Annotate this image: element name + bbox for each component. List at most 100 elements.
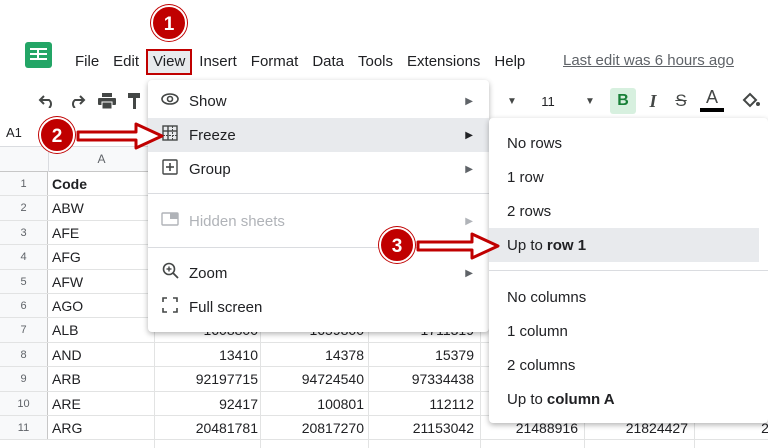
chevron-right-icon: ▶ <box>465 215 473 227</box>
menu-data[interactable]: Data <box>305 50 351 74</box>
callout-arrow-3 <box>416 232 500 260</box>
cell-code[interactable]: ARE <box>52 392 81 416</box>
freeze-2-rows[interactable]: 2 rows <box>489 194 759 228</box>
freeze-submenu: No rows 1 row 2 rows Up to row 1 No colum… <box>489 118 768 423</box>
cell-value[interactable]: 21153042 <box>413 416 474 440</box>
hidden-sheets-label: Hidden sheets <box>189 212 285 230</box>
menu-divider <box>489 270 768 271</box>
cell-value[interactable]: 15379 <box>435 343 474 367</box>
up-to-prefix: Up to <box>507 390 543 408</box>
cell-code[interactable]: ARG <box>52 416 82 440</box>
cell-code[interactable]: AFW <box>52 270 83 294</box>
step-badge-1: 1 <box>151 5 187 41</box>
row-number[interactable]: 8 <box>0 342 48 367</box>
row-number[interactable]: 10 <box>0 391 48 415</box>
chevron-right-icon: ▶ <box>465 95 473 107</box>
paint-format-icon[interactable] <box>126 86 144 116</box>
menu-divider <box>148 193 489 194</box>
group-label: Group <box>189 160 231 178</box>
view-menu-group[interactable]: Group ▶ <box>148 152 489 186</box>
up-to-prefix: Up to <box>507 236 543 254</box>
row-number[interactable]: 5 <box>0 269 48 293</box>
cell-value[interactable]: 100801 <box>317 392 364 416</box>
cell-value[interactable]: 20817270 <box>302 416 364 440</box>
row-number[interactable]: 6 <box>0 293 48 318</box>
cell-code[interactable]: ALB <box>52 318 78 342</box>
cell-code[interactable]: AGO <box>52 294 83 318</box>
menu-extensions[interactable]: Extensions <box>400 50 487 74</box>
show-label: Show <box>189 92 227 110</box>
up-to-row-target: row 1 <box>546 236 587 254</box>
last-edit-link[interactable]: Last edit was 6 hours ago <box>563 52 734 69</box>
menu-edit[interactable]: Edit <box>106 50 146 74</box>
callout-arrow-2 <box>76 122 164 150</box>
cell-value[interactable]: 92197715 <box>196 367 258 391</box>
view-menu-full-screen[interactable]: Full screen <box>148 290 489 324</box>
italic-button[interactable]: I <box>642 86 664 116</box>
row-number[interactable]: 4 <box>0 245 48 269</box>
cell-value[interactable]: 92417 <box>219 392 258 416</box>
cell-code[interactable]: ABW <box>52 196 84 220</box>
row-number[interactable]: 1 <box>0 172 48 196</box>
fullscreen-icon <box>160 296 180 318</box>
menu-format[interactable]: Format <box>244 50 306 74</box>
group-plus-icon <box>160 158 180 180</box>
sheets-logo-icon[interactable] <box>25 42 52 68</box>
cell-code[interactable]: AFG <box>52 245 81 269</box>
font-size-input[interactable]: 11 <box>534 86 562 116</box>
menu-view[interactable]: View <box>146 49 193 75</box>
cell-code[interactable]: ARB <box>52 367 81 391</box>
font-chevron-down-icon[interactable]: ▼ <box>504 86 520 116</box>
redo-icon[interactable] <box>66 86 88 116</box>
row-number[interactable]: 3 <box>0 220 48 245</box>
cell-code[interactable]: AFE <box>52 221 79 245</box>
menu-insert[interactable]: Insert <box>192 50 244 74</box>
font-size-chevron-down-icon[interactable]: ▼ <box>582 86 598 116</box>
step-badge-2: 2 <box>39 117 75 153</box>
freeze-no-rows[interactable]: No rows <box>489 126 759 160</box>
menu-tools[interactable]: Tools <box>351 50 400 74</box>
full-screen-label: Full screen <box>189 298 263 316</box>
view-menu-show[interactable]: Show ▶ <box>148 84 489 118</box>
row-number[interactable]: 2 <box>0 196 48 220</box>
zoom-label: Zoom <box>189 264 228 282</box>
text-color-button[interactable]: A <box>700 86 724 112</box>
view-menu-zoom[interactable]: Zoom ▶ <box>148 256 489 290</box>
cell-value[interactable]: 14378 <box>325 343 364 367</box>
view-menu-freeze[interactable]: Freeze ▶ <box>148 118 489 152</box>
menu-file[interactable]: File <box>68 50 106 74</box>
chevron-right-icon: ▶ <box>465 129 473 141</box>
eye-icon <box>160 92 180 110</box>
menu-bar: File Edit View Insert Format Data Tools … <box>68 49 532 75</box>
cell-value[interactable]: 94724540 <box>302 367 364 391</box>
hidden-sheet-icon <box>160 211 180 231</box>
cell-value[interactable]: 97334438 <box>412 367 474 391</box>
menu-help[interactable]: Help <box>487 50 532 74</box>
row-number[interactable]: 11 <box>0 415 48 440</box>
freeze-label: Freeze <box>189 126 236 144</box>
freeze-up-to-column[interactable]: Up to column A <box>489 382 759 416</box>
freeze-2-columns[interactable]: 2 columns <box>489 348 759 382</box>
cell-value[interactable]: 13410 <box>219 343 258 367</box>
zoom-icon <box>160 262 180 284</box>
up-to-column-target: column A <box>546 390 615 408</box>
freeze-1-column[interactable]: 1 column <box>489 314 759 348</box>
undo-icon[interactable] <box>36 86 58 116</box>
fill-color-icon[interactable] <box>740 86 762 116</box>
view-menu: Show ▶ Freeze ▶ Group ▶ Hidden sheets ▶ … <box>148 80 489 332</box>
strikethrough-button[interactable]: S <box>670 86 692 116</box>
row-number[interactable]: 9 <box>0 367 48 391</box>
freeze-1-row[interactable]: 1 row <box>489 160 759 194</box>
print-icon[interactable] <box>96 86 118 116</box>
chevron-right-icon: ▶ <box>465 163 473 175</box>
step-badge-3: 3 <box>379 227 415 263</box>
cell-value[interactable]: 112112 <box>429 392 474 416</box>
row-number[interactable]: 7 <box>0 318 48 342</box>
cell-code[interactable]: Code <box>52 172 87 196</box>
cell-value[interactable]: 20481781 <box>196 416 258 440</box>
chevron-right-icon: ▶ <box>465 267 473 279</box>
bold-button[interactable]: B <box>610 88 636 114</box>
cell-code[interactable]: AND <box>52 343 82 367</box>
freeze-up-to-row[interactable]: Up to row 1 <box>489 228 759 262</box>
freeze-no-columns[interactable]: No columns <box>489 280 759 314</box>
